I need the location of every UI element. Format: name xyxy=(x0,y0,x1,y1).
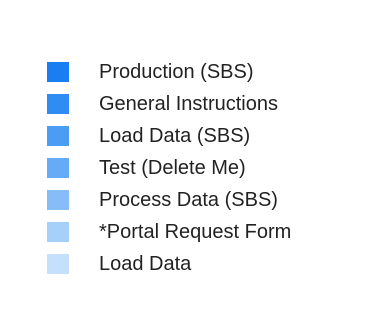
legend-label: Production (SBS) xyxy=(99,61,254,83)
legend-swatch xyxy=(47,254,69,274)
legend-label: *Portal Request Form xyxy=(99,221,292,243)
legend-item: Load Data xyxy=(0,249,370,281)
legend-item: Load Data (SBS) xyxy=(0,121,370,153)
legend-swatch xyxy=(47,222,69,242)
legend-swatch xyxy=(47,94,69,114)
chart-legend: Production (SBS) General Instructions Load… xyxy=(0,0,370,333)
legend-swatch xyxy=(47,158,69,178)
legend-label: Load Data (SBS) xyxy=(99,125,251,147)
legend-item: Test (Delete Me) xyxy=(0,153,370,185)
legend-swatch xyxy=(47,126,69,146)
legend-swatch xyxy=(47,62,69,82)
legend-item: General Instructions xyxy=(0,89,370,121)
legend-item: Production (SBS) xyxy=(0,57,370,89)
legend-label: General Instructions xyxy=(99,93,278,115)
legend-label: Process Data (SBS) xyxy=(99,189,278,211)
legend-item: *Portal Request Form xyxy=(0,217,370,249)
legend-swatch xyxy=(47,190,69,210)
legend-item: Process Data (SBS) xyxy=(0,185,370,217)
legend-label: Load Data xyxy=(99,253,192,275)
legend-label: Test (Delete Me) xyxy=(99,157,246,179)
